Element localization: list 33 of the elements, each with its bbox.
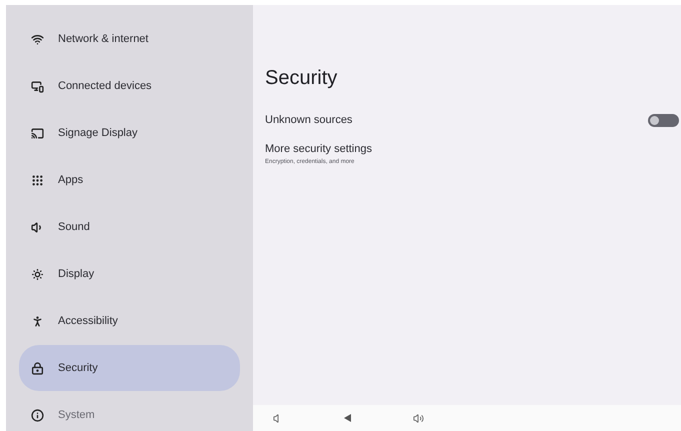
sidebar-item[interactable]: Sound — [19, 204, 240, 250]
sidebar-item[interactable]: Security — [19, 345, 240, 391]
toggle-switch[interactable] — [648, 114, 679, 126]
back-icon[interactable] — [344, 414, 351, 422]
sidebar-item[interactable]: System — [19, 392, 240, 431]
sidebar-label: Network & internet — [58, 32, 148, 47]
person-icon — [31, 314, 44, 328]
setting-label: More security settings — [265, 142, 372, 157]
sidebar-item[interactable]: Connected devices — [19, 63, 240, 109]
sidebar-label: Signage Display — [58, 126, 138, 141]
lock-icon — [31, 362, 44, 374]
info-icon — [31, 408, 44, 422]
grid-icon — [31, 174, 44, 186]
sidebar-item[interactable]: Display — [19, 251, 240, 297]
sidebar-label: Connected devices — [58, 78, 152, 94]
sidebar-label: Apps — [58, 172, 84, 188]
cast-icon — [31, 126, 44, 140]
sidebar-item[interactable]: Signage Display — [19, 110, 240, 156]
sidebar-item[interactable]: Accessibility — [19, 298, 240, 344]
sidebar-label: System — [58, 408, 95, 423]
sidebar-item[interactable]: Network & internet — [19, 16, 240, 62]
sidebar-label: Accessibility — [58, 314, 118, 329]
sidebar-label: Sound — [58, 220, 90, 235]
speaker-icon — [31, 220, 44, 234]
page-title: Security — [265, 66, 338, 91]
sidebar-label: Display — [58, 266, 94, 282]
brightness-icon — [31, 268, 44, 280]
wifi-icon — [31, 32, 44, 46]
devices-icon — [31, 80, 44, 92]
sidebar-item[interactable]: Apps — [19, 157, 240, 203]
volume-up-icon[interactable] — [413, 412, 424, 424]
sidebar-label: Security — [58, 360, 98, 376]
setting-label: Unknown sources — [265, 112, 352, 128]
